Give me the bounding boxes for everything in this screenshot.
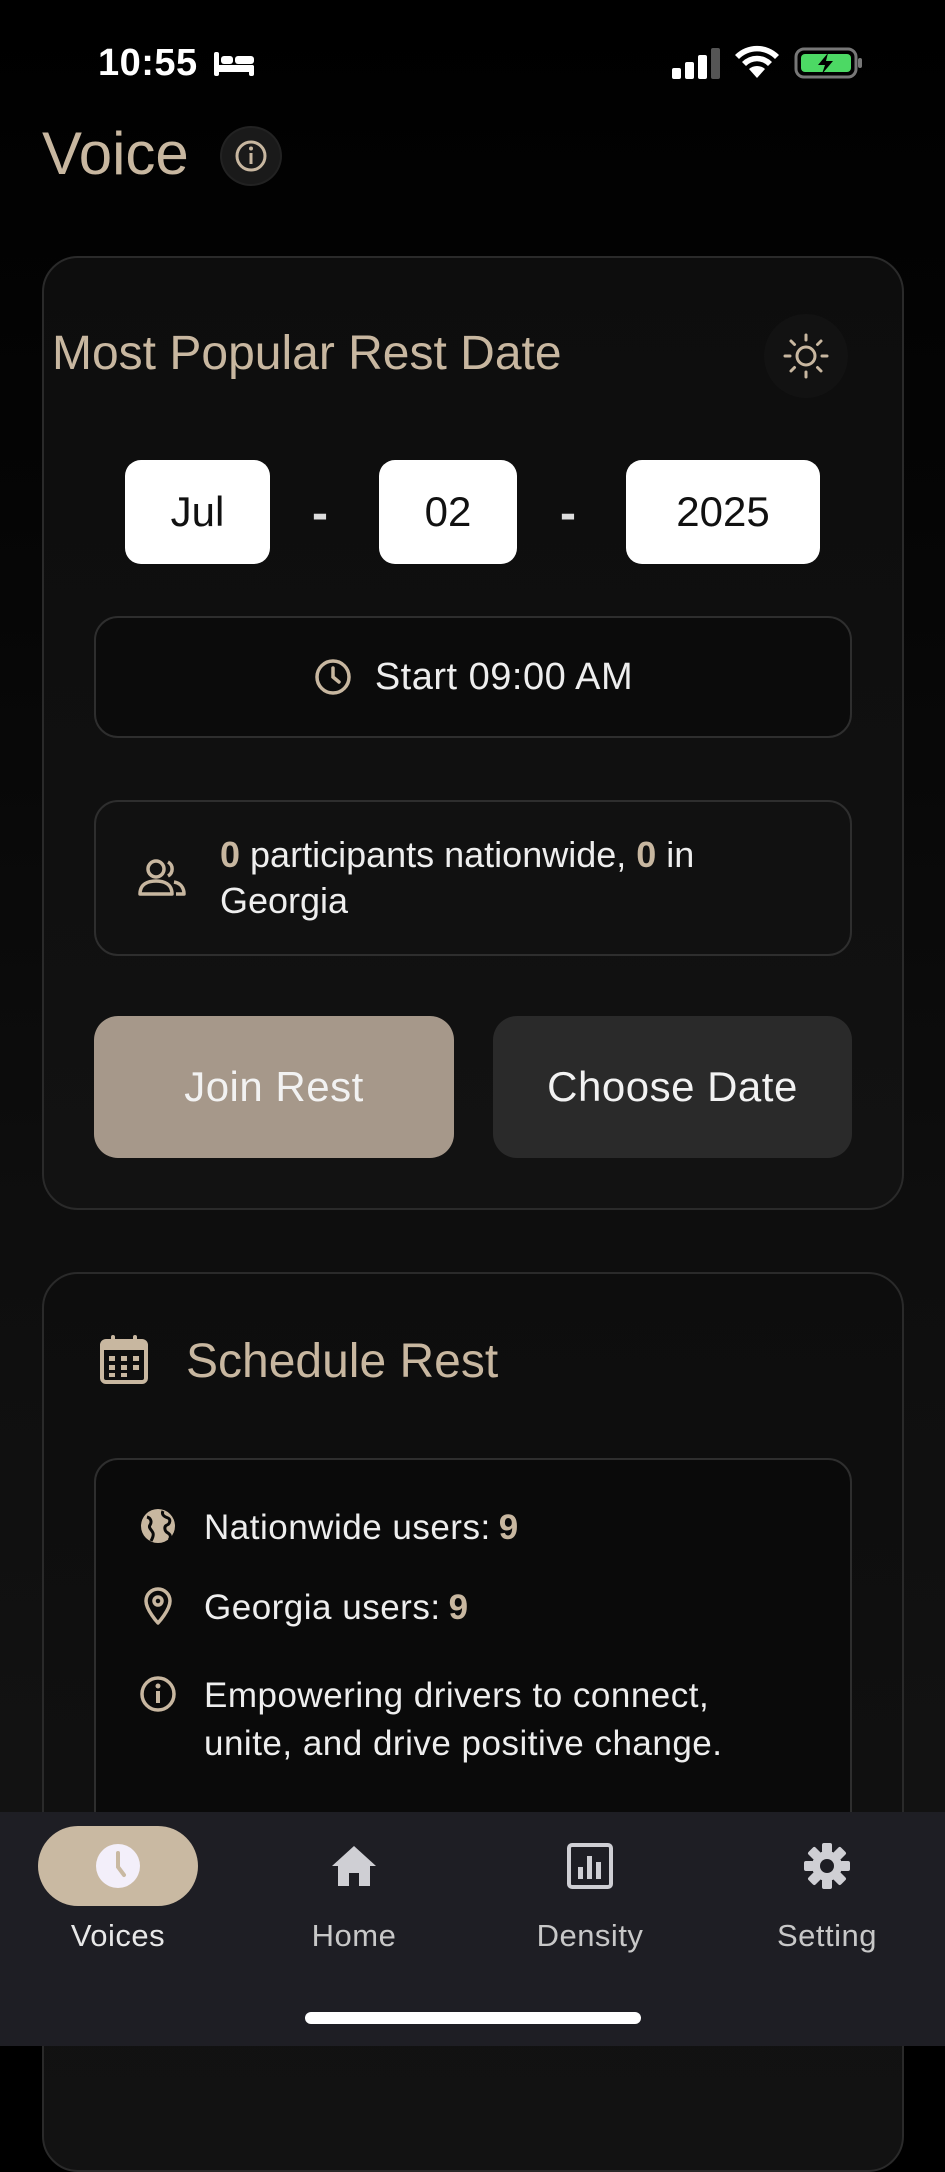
- clock-icon: [315, 659, 351, 695]
- nav-label-density: Density: [536, 1918, 644, 1953]
- start-time-text: Start 09:00 AM: [374, 655, 634, 698]
- date-year[interactable]: 2025: [626, 460, 820, 564]
- participants-text: 0 participants nationwide, 0 in Georgia: [220, 832, 810, 924]
- schedule-rest-title: Schedule Rest: [186, 1335, 499, 1388]
- start-time-box: Start 09:00 AM: [94, 616, 852, 738]
- nav-item-home[interactable]: Home: [236, 1812, 472, 1962]
- info-icon: [140, 1676, 176, 1712]
- theme-toggle-button[interactable]: [764, 314, 848, 398]
- chart-icon: [567, 1843, 613, 1889]
- popular-rest-title: Most Popular Rest Date: [52, 327, 562, 380]
- info-icon: [235, 140, 267, 172]
- nationwide-users-row: Nationwide users: 9: [138, 1504, 519, 1552]
- state-users-row: Georgia users: 9: [138, 1584, 469, 1632]
- participants-label: participants nationwide,: [240, 834, 637, 875]
- people-icon: [138, 859, 186, 896]
- nationwide-users-value: 9: [498, 1508, 519, 1547]
- nav-label-home: Home: [311, 1918, 397, 1953]
- choose-date-button[interactable]: Choose Date: [493, 1016, 852, 1158]
- nav-label-setting: Setting: [776, 1918, 877, 1953]
- info-row: Empowering drivers to connect, unite, an…: [138, 1672, 804, 1768]
- state-users-label: Georgia users:: [204, 1588, 441, 1627]
- status-bar: 10:55: [0, 0, 945, 130]
- clock-icon: [96, 1844, 140, 1888]
- join-rest-button[interactable]: Join Rest: [94, 1016, 454, 1158]
- status-time: 10:55: [98, 42, 198, 84]
- date-month[interactable]: Jul: [125, 460, 270, 564]
- home-indicator[interactable]: [305, 2012, 641, 2024]
- nav-item-setting[interactable]: Setting: [709, 1812, 945, 1962]
- sun-icon: [783, 333, 829, 379]
- page-title: Voice: [42, 120, 189, 187]
- gear-icon: [804, 1843, 850, 1889]
- bed-icon: [214, 52, 254, 76]
- participants-box: 0 participants nationwide, 0 in Georgia: [94, 800, 852, 956]
- active-indicator: [38, 1826, 198, 1906]
- state-count: 0: [636, 834, 657, 875]
- date-separator: -: [560, 487, 576, 540]
- location-pin-icon: [144, 1587, 172, 1625]
- nationwide-users-label: Nationwide users:: [204, 1508, 491, 1547]
- date-separator: -: [312, 487, 328, 540]
- info-text: Empowering drivers to connect, unite, an…: [204, 1676, 723, 1763]
- date-day[interactable]: 02: [379, 460, 517, 564]
- battery-icon: [794, 47, 862, 79]
- nav-item-voices[interactable]: Voices: [0, 1812, 236, 1962]
- nav-label-voices: Voices: [70, 1918, 166, 1953]
- calendar-icon: [100, 1335, 148, 1384]
- home-icon: [332, 1846, 376, 1886]
- wifi-icon: [735, 45, 779, 78]
- state-users-value: 9: [448, 1588, 469, 1627]
- signal-icon: [672, 48, 720, 79]
- info-button[interactable]: [220, 126, 282, 186]
- bottom-navigation: Voices Home Density Setting: [0, 1812, 945, 2046]
- nav-item-density[interactable]: Density: [472, 1812, 708, 1962]
- globe-icon: [141, 1509, 175, 1543]
- nationwide-count: 0: [220, 834, 241, 875]
